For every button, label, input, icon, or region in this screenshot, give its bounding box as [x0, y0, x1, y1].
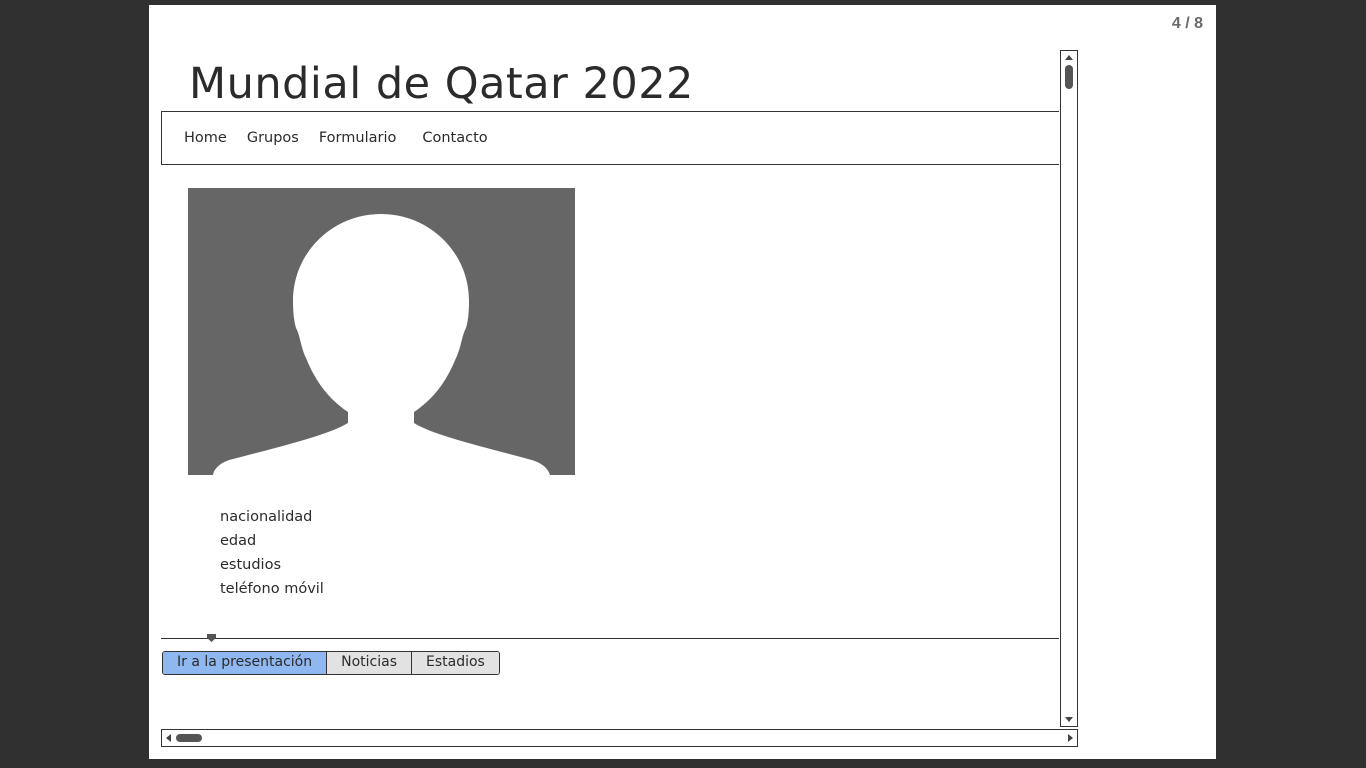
person-silhouette-icon [213, 214, 550, 475]
nav-item-formulario[interactable]: Formulario [319, 130, 397, 146]
slide-canvas: 4 / 8 Mundial de Qatar 2022 Home Grupos … [149, 5, 1216, 759]
nav-bar: Home Grupos Formulario Contacto [161, 111, 1059, 165]
info-item-edad: edad [220, 533, 257, 549]
divider-marker-icon [207, 634, 216, 642]
vertical-scrollbar[interactable] [1060, 50, 1078, 727]
info-item-nacionalidad: nacionalidad [220, 509, 313, 525]
tab-ir-a-la-presentacion[interactable]: Ir a la presentación [163, 652, 328, 674]
scroll-right-arrow-icon[interactable] [1068, 734, 1073, 742]
page-title: Mundial de Qatar 2022 [189, 59, 694, 109]
browser-frame: Mundial de Qatar 2022 Home Grupos Formul… [161, 5, 1079, 747]
scroll-left-arrow-icon[interactable] [166, 734, 171, 742]
section-divider [161, 638, 1059, 639]
info-item-estudios: estudios [220, 557, 282, 573]
page-counter: 4 / 8 [1171, 15, 1203, 32]
scroll-down-arrow-icon[interactable] [1065, 717, 1073, 722]
info-list: nacionalidad edad estudios teléfono móvi… [220, 505, 324, 601]
nav-item-home[interactable]: Home [184, 130, 227, 146]
tab-bar: Ir a la presentación Noticias Estadios [162, 651, 500, 675]
vertical-scroll-thumb[interactable] [1065, 65, 1073, 89]
tab-noticias[interactable]: Noticias [327, 652, 412, 674]
info-item-telefono: teléfono móvil [220, 581, 324, 597]
horizontal-scroll-thumb[interactable] [176, 734, 202, 742]
tab-estadios[interactable]: Estadios [412, 652, 499, 674]
avatar-image-placeholder [188, 188, 575, 475]
nav-item-contacto[interactable]: Contacto [422, 130, 487, 146]
scroll-up-arrow-icon[interactable] [1065, 55, 1073, 60]
nav-item-grupos[interactable]: Grupos [247, 130, 299, 146]
horizontal-scrollbar[interactable] [161, 729, 1078, 747]
